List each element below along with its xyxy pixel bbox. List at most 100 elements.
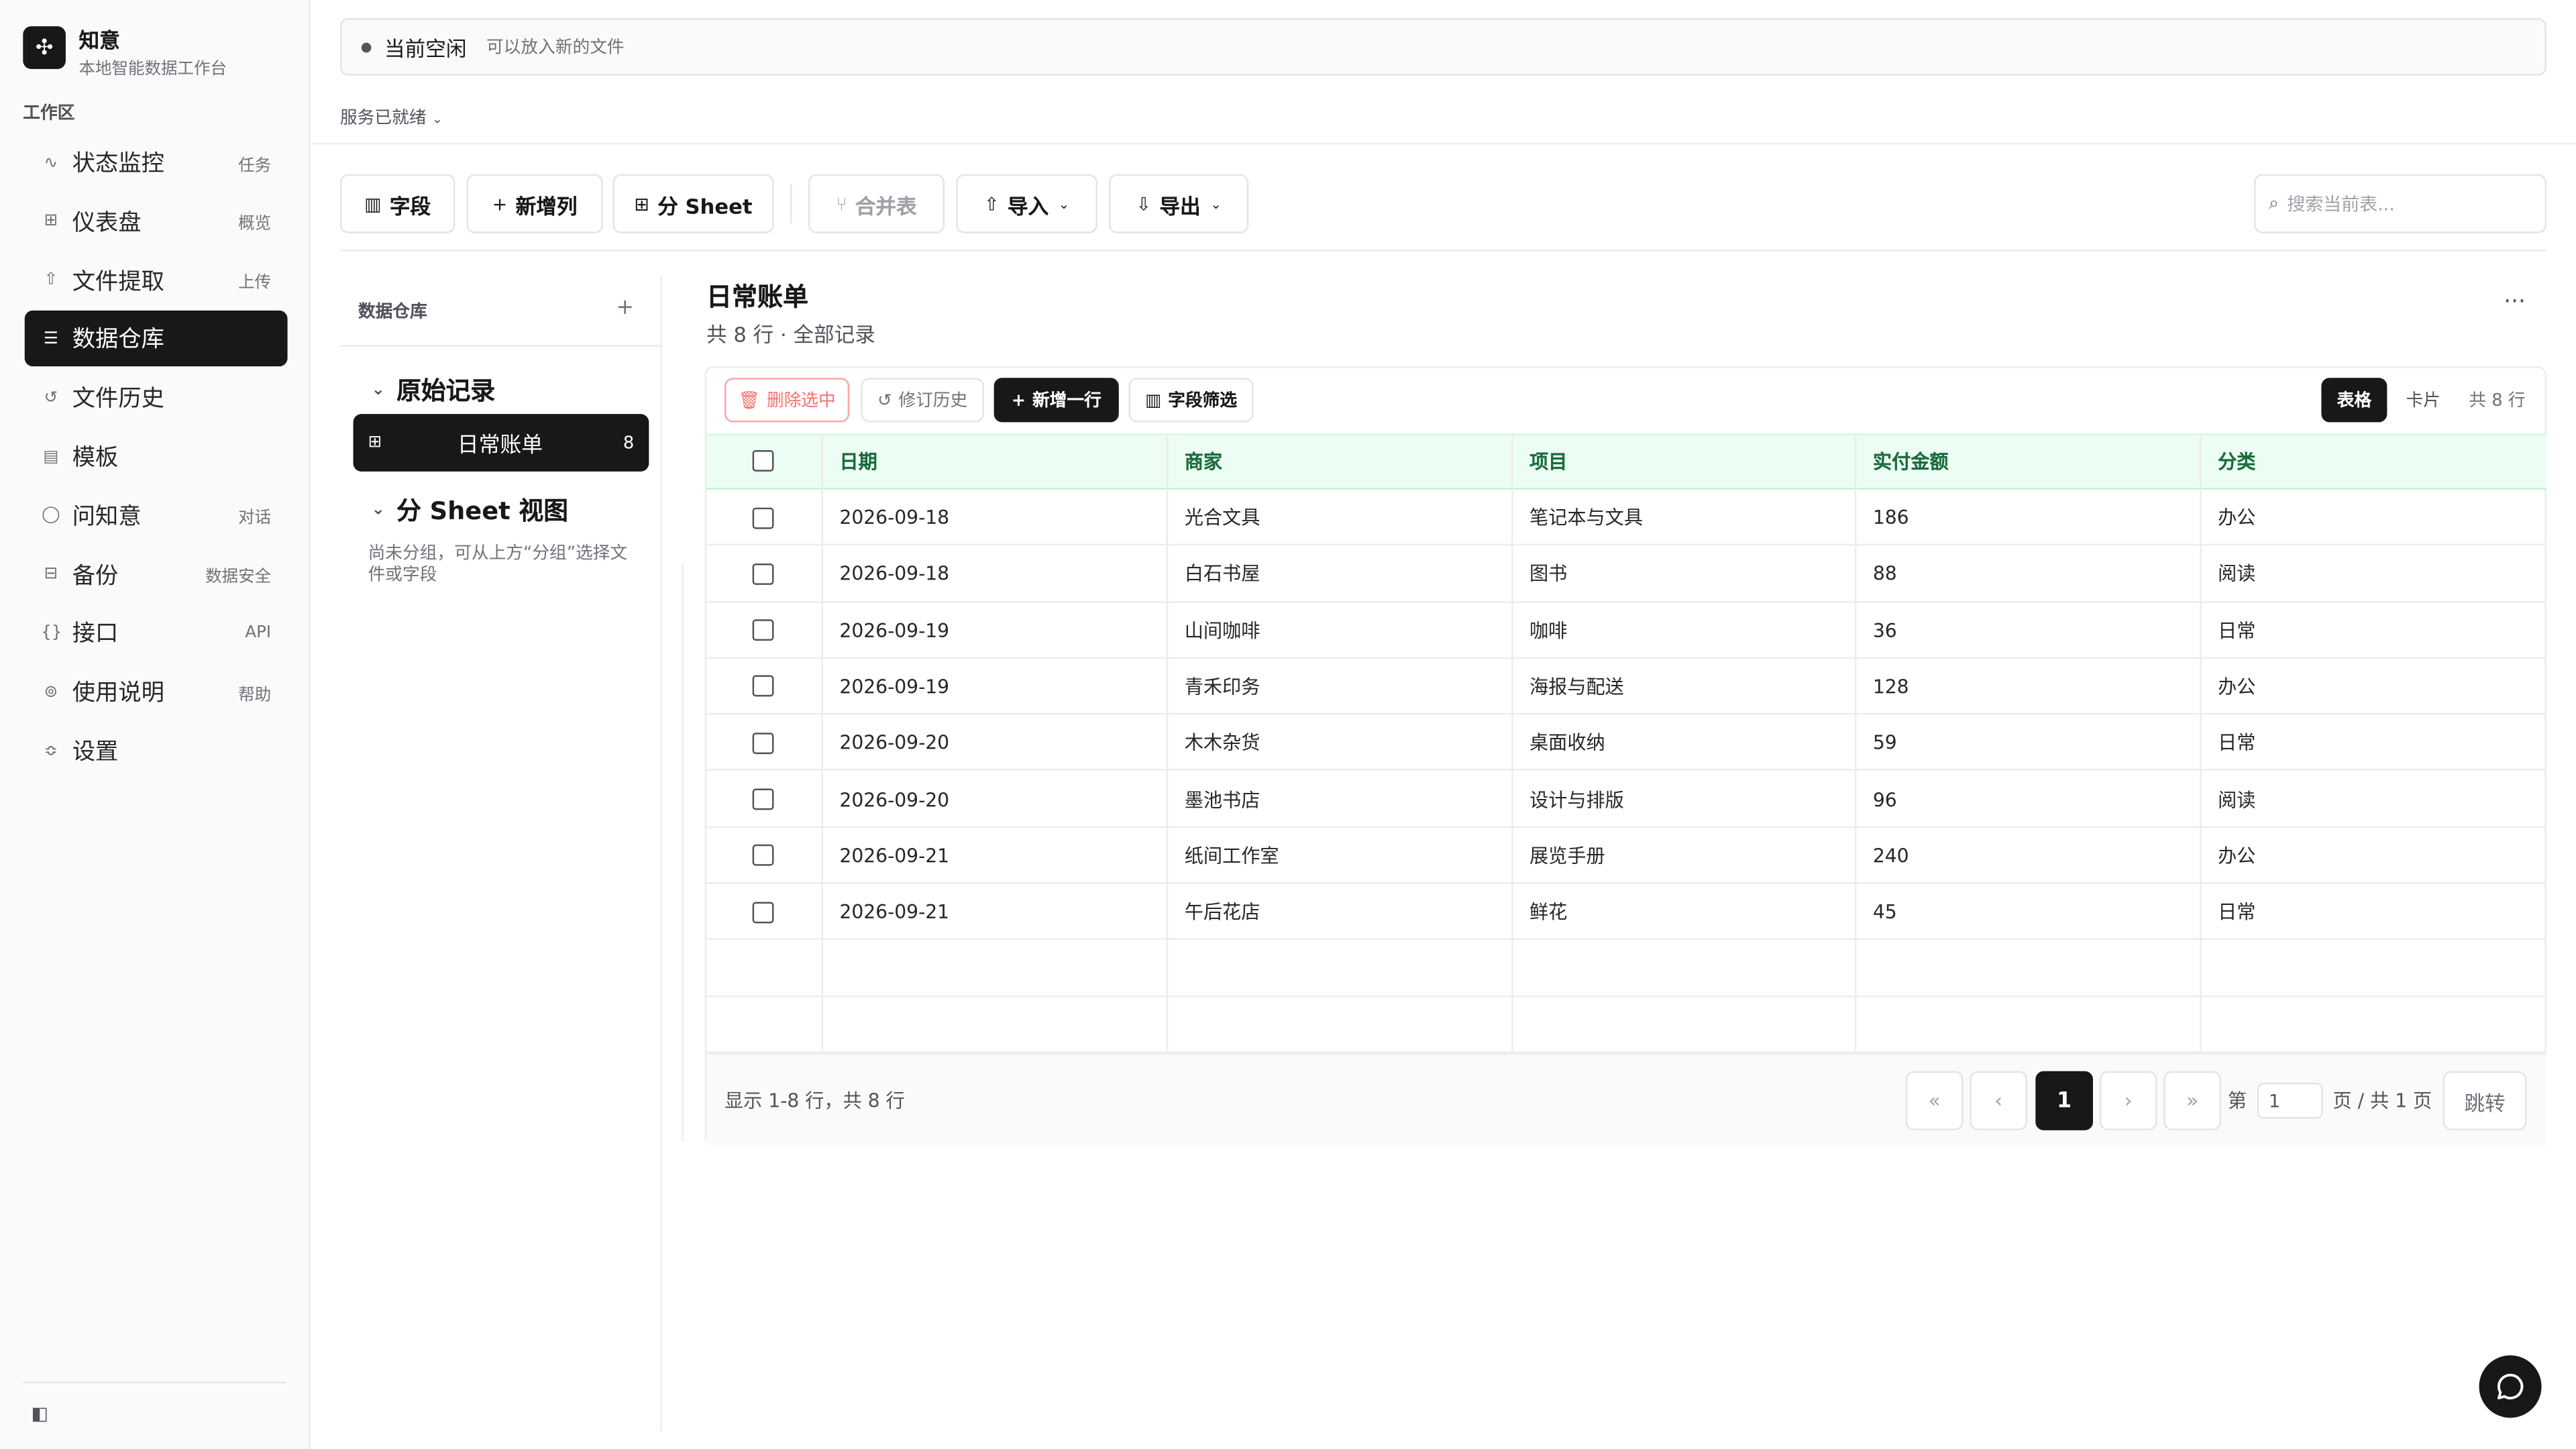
table-row[interactable]	[706, 828, 2546, 884]
row-checkbox[interactable]	[752, 845, 774, 867]
tree-group-raw-records[interactable]: ⌄ 原始记录	[371, 373, 495, 407]
sidebar-item-10[interactable]: ⊚ 使用说明 帮助	[25, 664, 288, 720]
table-search-input[interactable]: ⌕ 搜索当前表...	[2254, 174, 2546, 233]
merge-table-button[interactable]: ⑂ 合并表	[808, 174, 945, 233]
table-row[interactable]	[706, 659, 2546, 715]
table-cell[interactable]: 墨池书店	[1185, 771, 1260, 828]
first-page-button[interactable]: «	[1905, 1071, 1964, 1130]
table-cell[interactable]: 240	[1873, 828, 1909, 884]
table-cell[interactable]: 午后花店	[1185, 884, 1260, 941]
field-filter-button[interactable]: ▥ 字段筛选	[1128, 378, 1254, 423]
import-button[interactable]: ⇧ 导入 ⌄	[956, 174, 1097, 233]
table-cell[interactable]: 128	[1873, 659, 1909, 715]
export-button[interactable]: ⇩ 导出 ⌄	[1109, 174, 1249, 233]
last-page-button[interactable]: »	[2163, 1071, 2222, 1130]
add-row-button[interactable]: + 新增一行	[994, 378, 1119, 423]
table-cell[interactable]: 纸间工作室	[1185, 828, 1279, 884]
sidebar-item-4[interactable]: ☰ 数据仓库	[24, 311, 288, 368]
table-row[interactable]	[706, 715, 2546, 771]
jump-page-button[interactable]: 跳转	[2443, 1071, 2527, 1130]
row-checkbox[interactable]	[752, 563, 774, 585]
sidebar-item-9[interactable]: {} 接口 API	[25, 605, 288, 661]
table-cell[interactable]: 鲜花	[1529, 884, 1567, 941]
table-cell[interactable]: 96	[1873, 771, 1897, 828]
table-cell[interactable]: 日常	[2218, 602, 2255, 659]
add-table-plus-icon[interactable]: +	[616, 296, 634, 321]
select-all-checkbox[interactable]	[752, 450, 774, 472]
row-checkbox[interactable]	[752, 901, 774, 923]
table-row[interactable]	[706, 997, 2546, 1053]
sidebar-item-1[interactable]: ∿ 状态监控 任务	[25, 135, 288, 191]
table-row[interactable]	[706, 546, 2546, 602]
fields-button[interactable]: ▥ 字段	[339, 174, 455, 233]
table-cell[interactable]: 日常	[2218, 715, 2255, 771]
sidebar-item-7[interactable]: ◯ 问知意 对话	[25, 488, 288, 543]
table-cell[interactable]: 186	[1873, 490, 1909, 546]
split-sheet-button[interactable]: ⊞ 分 Sheet	[612, 174, 774, 233]
table-cell[interactable]: 山间咖啡	[1185, 602, 1260, 659]
table-row[interactable]	[706, 771, 2546, 828]
table-row[interactable]	[706, 941, 2546, 997]
table-cell[interactable]: 2026-09-20	[839, 771, 949, 828]
chat-assistant-button[interactable]	[2479, 1355, 2542, 1418]
table-cell[interactable]: 2026-09-20	[839, 715, 949, 771]
table-cell[interactable]: 阅读	[2218, 546, 2255, 602]
page-number-input[interactable]: 1	[2257, 1082, 2323, 1119]
table-cell[interactable]: 办公	[2218, 490, 2255, 546]
table-cell[interactable]: 光合文具	[1185, 490, 1260, 546]
table-cell[interactable]: 36	[1873, 602, 1897, 659]
table-cell[interactable]: 办公	[2218, 659, 2255, 715]
table-cell[interactable]: 青禾印务	[1185, 659, 1260, 715]
table-cell[interactable]: 木木杂货	[1185, 715, 1260, 771]
table-row[interactable]	[706, 602, 2546, 659]
row-checkbox[interactable]	[752, 506, 774, 529]
column-header-1[interactable]: 日期	[839, 434, 877, 490]
delete-selected-button[interactable]: 🗑 删除选中	[724, 378, 850, 423]
add-column-button[interactable]: + 新增列	[466, 174, 603, 233]
table-cell[interactable]: 桌面收纳	[1529, 715, 1605, 771]
table-cell[interactable]: 海报与配送	[1529, 659, 1624, 715]
column-header-2[interactable]: 商家	[1185, 434, 1222, 490]
table-cell[interactable]: 2026-09-18	[839, 546, 949, 602]
table-cell[interactable]: 2026-09-19	[839, 659, 949, 715]
table-cell[interactable]: 白石书屋	[1185, 546, 1260, 602]
sidebar-item-3[interactable]: ⇧ 文件提取 上传	[25, 252, 288, 308]
table-cell[interactable]: 笔记本与文具	[1529, 490, 1643, 546]
table-cell[interactable]: 设计与排版	[1529, 771, 1624, 828]
tree-scrollbar[interactable]	[682, 564, 684, 1142]
table-cell[interactable]: 图书	[1529, 546, 1567, 602]
row-checkbox[interactable]	[752, 732, 774, 754]
table-cell[interactable]: 办公	[2218, 828, 2255, 884]
revision-history-button[interactable]: ↺ 修订历史	[861, 378, 984, 423]
tree-item-daily-bill[interactable]: ⊞ 日常账单 8	[353, 414, 649, 472]
sidebar-item-8[interactable]: ⊟ 备份 数据安全	[25, 547, 288, 602]
collapse-sidebar-icon[interactable]: ◧	[32, 1403, 48, 1424]
row-checkbox[interactable]	[752, 788, 774, 810]
row-checkbox[interactable]	[752, 619, 774, 641]
table-cell[interactable]: 阅读	[2218, 771, 2255, 828]
table-row[interactable]	[706, 884, 2546, 941]
view-tab-table[interactable]: 表格	[2321, 378, 2387, 423]
service-status-toggle[interactable]: 服务已就绪 ⌄	[340, 105, 443, 130]
column-header-4[interactable]: 实付金额	[1873, 434, 1949, 490]
current-page-button[interactable]: 1	[2035, 1071, 2094, 1130]
column-header-5[interactable]: 分类	[2218, 434, 2255, 490]
sidebar-item-6[interactable]: ▤ 模板	[25, 429, 288, 484]
column-header-3[interactable]: 项目	[1529, 434, 1567, 490]
more-options-icon[interactable]: ···	[2504, 289, 2526, 315]
table-cell[interactable]: 2026-09-21	[839, 884, 949, 941]
sidebar-item-11[interactable]: ≎ 设置	[25, 723, 288, 779]
sidebar-item-2[interactable]: ⊞ 仪表盘 概览	[25, 193, 288, 249]
tree-group-split-views[interactable]: ⌄ 分 Sheet 视图	[371, 493, 568, 527]
table-cell[interactable]: 日常	[2218, 884, 2255, 941]
table-cell[interactable]: 88	[1873, 546, 1897, 602]
table-cell[interactable]: 咖啡	[1529, 602, 1567, 659]
table-cell[interactable]: 2026-09-21	[839, 828, 949, 884]
view-tab-card[interactable]: 卡片	[2394, 378, 2453, 422]
table-cell[interactable]: 展览手册	[1529, 828, 1605, 884]
row-checkbox[interactable]	[752, 676, 774, 698]
table-cell[interactable]: 59	[1873, 715, 1897, 771]
next-page-button[interactable]: ›	[2099, 1071, 2157, 1130]
table-cell[interactable]: 2026-09-19	[839, 602, 949, 659]
table-cell[interactable]: 2026-09-18	[839, 490, 949, 546]
